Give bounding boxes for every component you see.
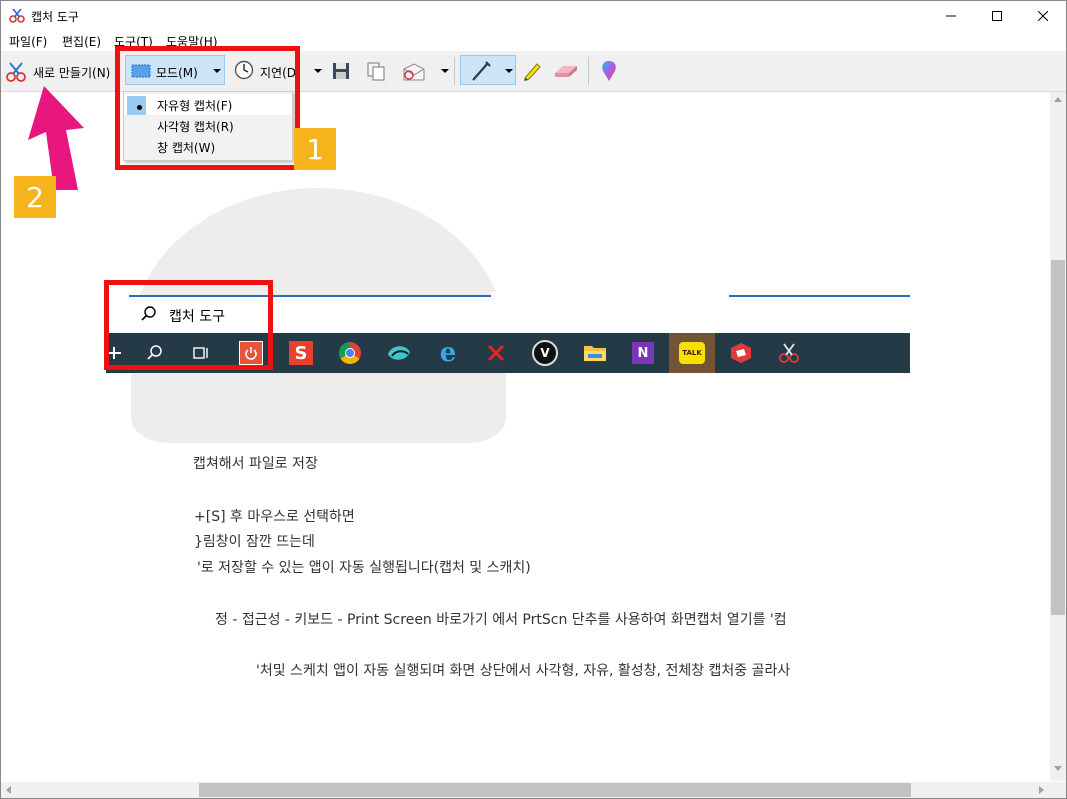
minimize-button[interactable] — [928, 1, 974, 31]
save-icon[interactable] — [332, 62, 350, 80]
folder-icon — [572, 333, 618, 373]
maximize-button[interactable] — [974, 1, 1020, 31]
menu-file[interactable]: 파일(F) — [9, 33, 47, 50]
toolbar-separator — [588, 57, 589, 85]
close-icon — [1038, 11, 1048, 21]
scroll-up-icon[interactable] — [1054, 96, 1062, 102]
chrome-icon — [327, 333, 373, 373]
eraser-icon[interactable] — [553, 62, 579, 80]
menu-edit[interactable]: 편집(E) — [62, 33, 101, 50]
highlighter-icon[interactable] — [521, 60, 543, 82]
text-line: '처및 스케치 앱이 자동 실행되며 화면 상단에서 사각형, 자유, 활성창,… — [256, 663, 791, 679]
new-button[interactable]: 새로 만들기(N) — [33, 64, 110, 81]
red-highlight-box-mode — [115, 46, 300, 170]
send-email-icon[interactable] — [402, 63, 426, 81]
fish-app-icon — [376, 333, 422, 373]
badge-step-1: 1 — [294, 128, 336, 170]
horizontal-scroll-thumb[interactable] — [199, 783, 911, 797]
title-bar[interactable]: 캡처 도구 — [1, 1, 1066, 31]
text-line: 캡쳐해서 파일로 저장 — [193, 456, 318, 472]
scroll-down-icon[interactable] — [1054, 766, 1062, 772]
paint3d-icon[interactable] — [599, 60, 619, 82]
text-line: +[S] 후 마우스로 선택하면 — [194, 509, 355, 525]
close-button[interactable] — [1020, 1, 1066, 31]
scissors-icon — [9, 8, 25, 23]
scroll-left-icon[interactable] — [5, 786, 11, 794]
kakaotalk-icon: TALK — [669, 333, 715, 373]
vertical-scrollbar[interactable] — [1050, 92, 1066, 781]
toolbar-separator — [454, 57, 455, 85]
maximize-icon — [992, 11, 1002, 21]
pen-dropdown-arrow[interactable] — [505, 69, 513, 73]
s-app-icon: S — [278, 333, 324, 373]
ie-icon: e — [439, 338, 457, 368]
pen-icon — [472, 61, 491, 81]
capture-canvas: 캡처 도구 S e V N TALK 캡쳐해서 파일로 저장 +[S] 후 마우… — [1, 92, 1050, 781]
search-gap — [491, 292, 729, 298]
red-highlight-box-search — [104, 280, 273, 370]
scroll-corner — [1050, 782, 1066, 798]
delay-dropdown-arrow[interactable] — [314, 69, 322, 73]
kakaotalk-label: TALK — [679, 342, 705, 364]
window-title: 캡처 도구 — [31, 10, 79, 24]
new-snip-icon — [6, 62, 26, 82]
scroll-right-icon[interactable] — [1039, 786, 1045, 794]
vertical-scroll-thumb[interactable] — [1051, 260, 1065, 615]
text-line: }림창이 잠깐 뜨는데 — [194, 534, 315, 550]
snipping-tool-icon — [766, 333, 812, 373]
v-app-icon: V — [522, 333, 568, 373]
horizontal-scrollbar[interactable] — [1, 782, 1050, 798]
minimize-icon — [946, 15, 956, 17]
copy-icon[interactable] — [366, 61, 386, 81]
text-line: '로 저장할 수 있는 앱이 자동 실행됩니다(캡처 및 스캐치) — [197, 560, 531, 576]
text-line: 정 - 접근성 - 키보드 - Print Screen 바로가기 에서 Prt… — [215, 612, 787, 628]
onenote-icon: N — [620, 333, 666, 373]
sketchup-icon — [718, 333, 764, 373]
x-app-icon — [473, 333, 519, 373]
send-dropdown-arrow[interactable] — [441, 69, 449, 73]
badge-step-2: 2 — [14, 176, 56, 218]
